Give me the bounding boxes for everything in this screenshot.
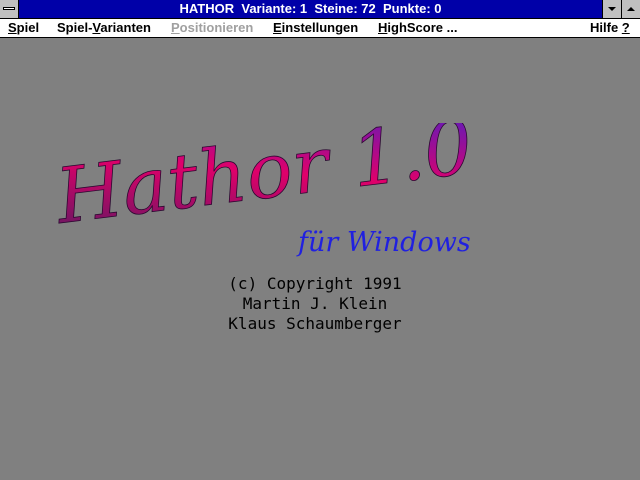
author-line-1: Martin J. Klein: [242, 294, 388, 313]
logo-subtitle: für Windows: [296, 227, 471, 258]
menu-hilfe-pre: Hilfe: [590, 20, 622, 35]
copyright-line: (c) Copyright 1991: [228, 274, 402, 293]
menu-spiel[interactable]: Spiel: [8, 19, 39, 37]
app-window: HATHOR Variante: 1 Steine: 72 Punkte: 0 …: [0, 0, 640, 480]
minimize-button[interactable]: [602, 0, 621, 18]
menu-spiel-post: piel: [16, 20, 40, 35]
author-line-2: Klaus Schaumberger: [228, 314, 402, 333]
menu-einstellungen[interactable]: Einstellungen: [273, 19, 358, 37]
game-area[interactable]: Hathor 1.0 für Windows (c) Copyright 199…: [0, 38, 640, 480]
menu-varianten-pre: Spiel-: [57, 20, 93, 35]
system-menu-icon: [3, 7, 15, 10]
system-menu-button[interactable]: [0, 0, 19, 18]
credits: (c) Copyright 1991 Martin J. Klein Klaus…: [0, 274, 630, 334]
menu-positionieren-accel: P: [171, 20, 180, 35]
menu-highscore-post: ighScore ...: [387, 20, 458, 35]
minimize-icon: [608, 7, 616, 11]
maximize-button[interactable]: [621, 0, 640, 18]
menu-einstellungen-post: instellungen: [281, 20, 359, 35]
menu-varianten-post: arianten: [100, 20, 151, 35]
menu-positionieren-post: ositionieren: [179, 20, 254, 35]
menu-spiel-varianten[interactable]: Spiel-Varianten: [57, 19, 151, 37]
menu-highscore[interactable]: HighScore ...: [378, 19, 457, 37]
menu-einstellungen-accel: E: [273, 20, 282, 35]
window-title: HATHOR Variante: 1 Steine: 72 Punkte: 0: [179, 1, 442, 16]
menu-highscore-accel: H: [378, 20, 388, 35]
menu-hilfe[interactable]: Hilfe ?: [590, 19, 630, 37]
maximize-icon: [627, 7, 635, 11]
menu-bar: Spiel Spiel-Varianten Positionieren Eins…: [0, 19, 640, 38]
menu-spiel-accel: S: [8, 20, 17, 35]
logo-title: Hathor 1.0: [50, 123, 477, 241]
title-bar[interactable]: HATHOR Variante: 1 Steine: 72 Punkte: 0: [0, 0, 640, 19]
menu-positionieren[interactable]: Positionieren: [171, 19, 253, 37]
menu-hilfe-accel: ?: [621, 20, 630, 35]
hathor-logo: Hathor 1.0 für Windows: [50, 123, 478, 258]
